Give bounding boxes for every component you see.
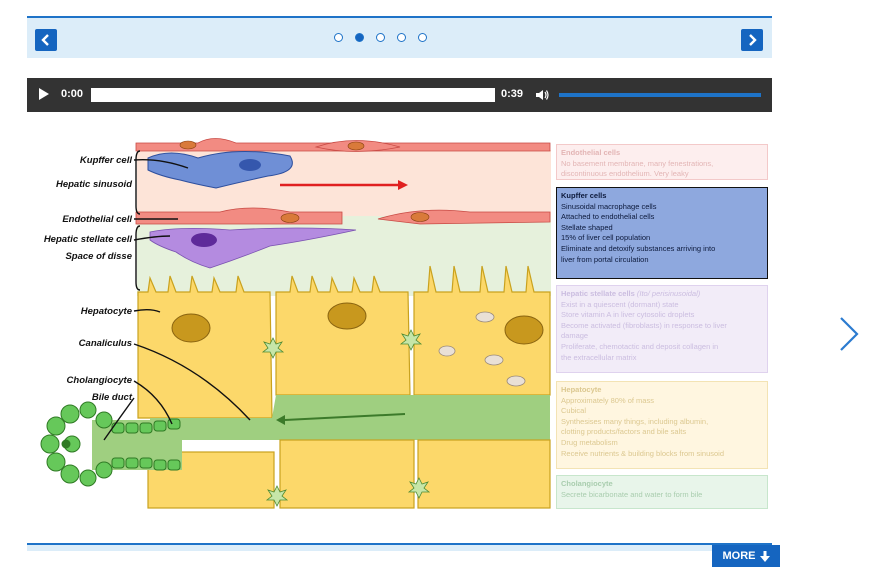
label-hepatocyte: Hepatocyte xyxy=(80,306,132,317)
panel-line: Attached to endothelial cells xyxy=(561,212,655,222)
arrow-down-icon xyxy=(759,550,770,562)
label-endothelial-cell: Endothelial cell xyxy=(62,214,132,225)
panel-line: Stellate shaped xyxy=(561,222,613,232)
panel-line: Drug metabolism xyxy=(561,437,618,447)
panel-line: Synthesises many things, including album… xyxy=(561,416,709,426)
more-button[interactable]: MORE xyxy=(712,545,780,567)
panel-line: No basement membrane, many fenestrations… xyxy=(561,158,714,168)
panel-title-extra: (Ito/ perisinusoidal) xyxy=(636,289,701,298)
label-hepatic-stellate-cell: Hepatic stellate cell xyxy=(43,234,132,245)
label-hepatic-sinusoid: Hepatic sinusoid xyxy=(55,179,132,190)
info-panel-endothelial[interactable]: Endothelial cells No basement membrane, … xyxy=(556,144,768,180)
info-panel-cholangiocyte[interactable]: Cholangiocyte Secrete bicarbonate and wa… xyxy=(556,475,768,509)
panel-title: Kupffer cells xyxy=(561,191,607,200)
more-label: MORE xyxy=(722,550,756,562)
panel-title: Hepatocyte xyxy=(561,385,602,394)
panel-line: Receive nutrients & building blocks from… xyxy=(561,448,724,458)
panel-line: discontinuous endothelium. Very leaky xyxy=(561,169,689,179)
info-panel-kupffer[interactable]: Kupffer cells Sinusoidal macrophage cell… xyxy=(556,187,768,279)
panel-line: Exist in a quiescent (dormant) state xyxy=(561,299,679,309)
label-space-of-disse: Space of disse xyxy=(65,251,132,262)
panel-line: Cubical xyxy=(561,406,587,416)
panel-line: Sinusoidal macrophage cells xyxy=(561,201,657,211)
panel-line: Eliminate and detoxify substances arrivi… xyxy=(561,243,716,253)
panel-line: damage xyxy=(561,331,589,341)
panel-line: Become activated (fibroblasts) in respon… xyxy=(561,320,727,330)
panel-line: liver from portal circulation xyxy=(561,254,649,264)
panel-line: the extracellular matrix xyxy=(561,352,637,362)
label-cholangiocyte: Cholangiocyte xyxy=(66,375,132,386)
panel-line: Secrete bicarbonate and water to form bi… xyxy=(561,489,703,499)
chevron-right-icon[interactable] xyxy=(838,316,860,352)
panel-title: Endothelial cells xyxy=(561,148,621,157)
panel-line: Proliferate, chemotactic and deposit col… xyxy=(561,341,719,351)
label-kupffer-cell: Kupffer cell xyxy=(79,155,132,166)
panel-title: Hepatic stellate cells xyxy=(561,289,635,298)
hepatocyte-row-bottom xyxy=(147,439,551,509)
info-panel-stellate[interactable]: Hepatic stellate cells (Ito/ perisinusoi… xyxy=(556,285,768,373)
info-panel-hepatocyte[interactable]: Hepatocyte Approximately 80% of mass Cub… xyxy=(556,381,768,469)
panel-line: clotting products/factors and bile salts xyxy=(561,427,687,437)
panel-line: 15% of liver cell population xyxy=(561,233,651,243)
panel-title: Cholangiocyte xyxy=(561,479,613,488)
panel-line: Approximately 80% of mass xyxy=(561,395,654,405)
label-canaliculus: Canaliculus xyxy=(78,338,132,349)
panel-line: Store vitamin A in liver cytosolic dropl… xyxy=(561,310,695,320)
label-bile-duct: Bile duct xyxy=(91,392,132,403)
bottom-band xyxy=(27,545,772,551)
